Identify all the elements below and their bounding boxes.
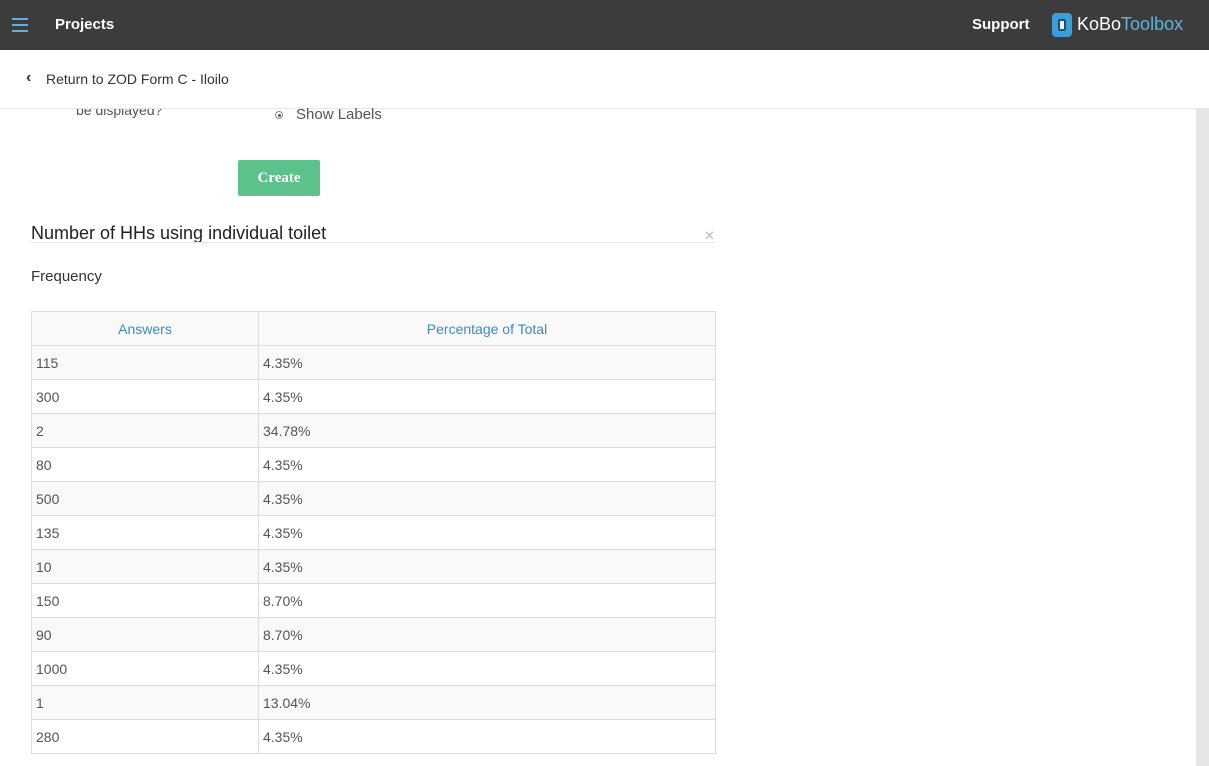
percentage-cell: 13.04% bbox=[258, 685, 716, 720]
table-row: 115 4.35% bbox=[31, 345, 716, 380]
table-row: 2 34.78% bbox=[31, 413, 716, 448]
frequency-table: Answers Percentage of Total 115 4.35% 300… bbox=[31, 311, 716, 754]
brand-name-toolbox: Toolbox bbox=[1121, 14, 1184, 34]
top-navigation-bar: Projects Support KoBoToolbox bbox=[0, 0, 1209, 50]
answer-cell: 135 bbox=[31, 515, 259, 550]
subheader: ‹ Return to ZOD Form C - Iloilo bbox=[0, 50, 1209, 109]
close-icon[interactable]: ✕ bbox=[704, 228, 715, 244]
answer-cell: 300 bbox=[31, 379, 259, 414]
answer-cell: 2 bbox=[31, 413, 259, 448]
support-link[interactable]: Support bbox=[972, 16, 1030, 33]
brand-name-kobo: KoBo bbox=[1077, 14, 1122, 34]
table-row: 1000 4.35% bbox=[31, 651, 716, 686]
table-row: 150 8.70% bbox=[31, 583, 716, 618]
table-row: 10 4.35% bbox=[31, 549, 716, 584]
answer-cell: 115 bbox=[31, 345, 259, 380]
answer-cell: 500 bbox=[31, 481, 259, 516]
answer-cell: 80 bbox=[31, 447, 259, 482]
table-row: 500 4.35% bbox=[31, 481, 716, 516]
chevron-left-icon[interactable]: ‹ bbox=[26, 69, 31, 87]
answer-cell: 90 bbox=[31, 617, 259, 652]
column-header-answers[interactable]: Answers bbox=[31, 311, 259, 346]
answer-cell: 150 bbox=[31, 583, 259, 618]
show-labels-text: Show Labels bbox=[296, 106, 382, 123]
table-row: 280 4.35% bbox=[31, 719, 716, 754]
show-labels-radio[interactable] bbox=[275, 111, 283, 119]
frequency-label: Frequency bbox=[31, 268, 102, 285]
answer-cell: 1000 bbox=[31, 651, 259, 686]
table-row: 135 4.35% bbox=[31, 515, 716, 550]
percentage-cell: 8.70% bbox=[258, 583, 716, 618]
percentage-cell: 4.35% bbox=[258, 515, 716, 550]
percentage-cell: 8.70% bbox=[258, 617, 716, 652]
table-row: 1 13.04% bbox=[31, 685, 716, 720]
answer-cell: 1 bbox=[31, 685, 259, 720]
vertical-scrollbar[interactable] bbox=[1196, 109, 1209, 766]
table-row: 80 4.35% bbox=[31, 447, 716, 482]
projects-title[interactable]: Projects bbox=[55, 16, 114, 33]
percentage-cell: 4.35% bbox=[258, 345, 716, 380]
create-button[interactable]: Create bbox=[238, 160, 320, 196]
title-divider bbox=[31, 242, 715, 243]
column-header-percentage[interactable]: Percentage of Total bbox=[258, 311, 716, 346]
table-row: 90 8.70% bbox=[31, 617, 716, 652]
return-to-form-link[interactable]: Return to ZOD Form C - Iloilo bbox=[46, 71, 229, 87]
percentage-cell: 4.35% bbox=[258, 719, 716, 754]
percentage-cell: 4.35% bbox=[258, 481, 716, 516]
brand-name[interactable]: KoBoToolbox bbox=[1077, 14, 1183, 35]
answer-cell: 280 bbox=[31, 719, 259, 754]
percentage-cell: 4.35% bbox=[258, 379, 716, 414]
table-row: 300 4.35% bbox=[31, 379, 716, 414]
percentage-cell: 4.35% bbox=[258, 651, 716, 686]
percentage-cell: 4.35% bbox=[258, 447, 716, 482]
kobo-logo-icon[interactable] bbox=[1052, 13, 1072, 37]
percentage-cell: 4.35% bbox=[258, 549, 716, 584]
hamburger-menu-icon[interactable] bbox=[12, 18, 28, 32]
answer-cell: 10 bbox=[31, 549, 259, 584]
percentage-cell: 34.78% bbox=[258, 413, 716, 448]
report-title: Number of HHs using individual toilet bbox=[31, 223, 327, 243]
